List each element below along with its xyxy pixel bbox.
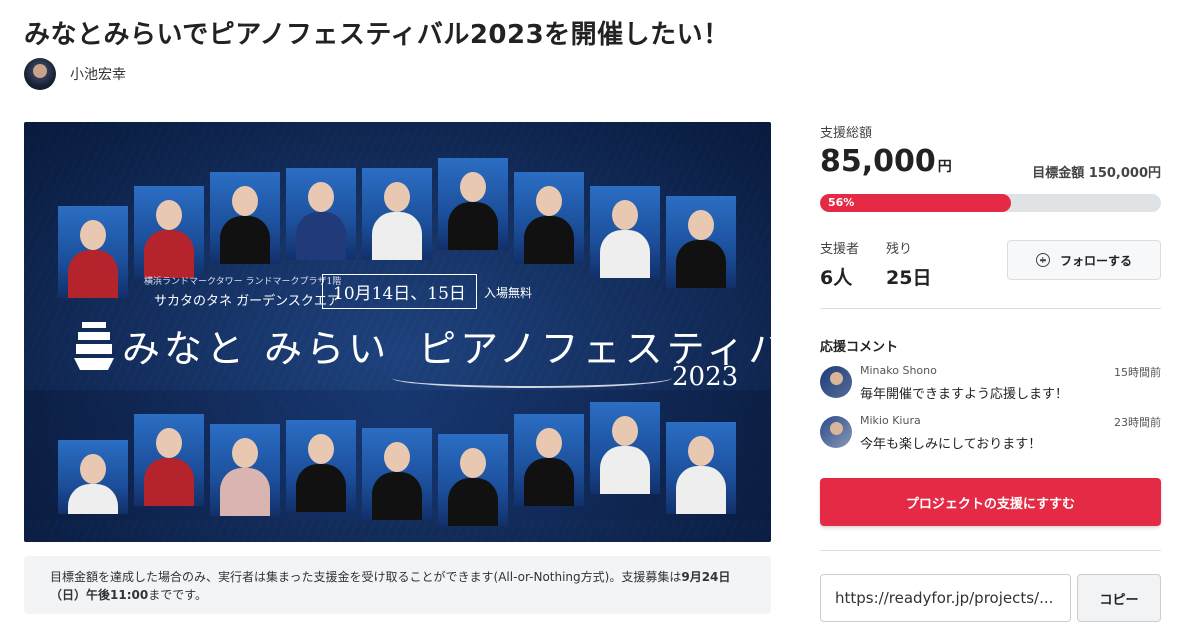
commenter-name[interactable]: Mikio Kiura	[860, 414, 921, 427]
performer-photo	[134, 414, 204, 506]
performer-photo	[58, 440, 128, 514]
performer-photo	[590, 402, 660, 494]
notice-text-end: までです。	[148, 588, 208, 602]
comment-item[interactable]: Minako Shono 15時間前 毎年開催できますよう応援します！	[820, 364, 1161, 404]
comment-text: 毎年開催できますよう応援します！	[860, 387, 1069, 402]
performer-photo	[514, 414, 584, 506]
festival-logo-title: みなと みらいピアノフェスティバル	[74, 318, 771, 373]
share-url-field[interactable]: https://readyfor.jp/projects/...	[820, 574, 1071, 622]
performer-photo	[286, 168, 356, 260]
comment-item[interactable]: Mikio Kiura 23時間前 今年も楽しみにしております！	[820, 414, 1161, 454]
plus-circle-icon	[1035, 253, 1050, 267]
all-or-nothing-notice: 目標金額を達成した場合のみ、実行者は集まった支援金を受け取ることができます(Al…	[24, 556, 771, 614]
progress-fill: 56%	[820, 194, 1011, 212]
festival-year: 2023	[672, 362, 739, 392]
supporters-stat: 支援者 6人	[820, 238, 859, 290]
comment-text: 今年も楽しみにしております！	[860, 437, 1042, 452]
admission-free: 入場無料	[484, 286, 533, 300]
performer-photo	[210, 172, 280, 264]
divider	[820, 308, 1161, 309]
performer-photo	[286, 420, 356, 512]
project-owner[interactable]: 小池宏幸	[24, 58, 126, 90]
performer-photo	[590, 186, 660, 278]
performer-photo	[362, 168, 432, 260]
comments-title: 応援コメント	[820, 340, 899, 355]
total-amount-value: 85,000	[820, 144, 936, 179]
follow-button[interactable]: フォローする	[1007, 240, 1161, 280]
currency-label: 円	[937, 159, 952, 175]
venue-small: 横浜ランドマークタワー ランドマークプラザ1階	[144, 277, 342, 287]
goal-amount: 目標金額 150,000円	[1032, 166, 1161, 181]
logo-part1: みなと みらい	[122, 327, 391, 371]
commenter-name[interactable]: Minako Shono	[860, 364, 937, 377]
divider	[820, 550, 1161, 551]
hero-image: 横浜ランドマークタワー ランドマークプラザ1階 サカタのタネ ガーデンスクエア …	[24, 122, 771, 542]
total-amount: 85,000 円	[820, 144, 952, 179]
logo-swoosh	[392, 368, 672, 388]
notice-text: 目標金額を達成した場合のみ、実行者は集まった支援金を受け取ることができます(Al…	[50, 570, 682, 584]
comment-time: 23時間前	[1114, 416, 1161, 429]
performer-photo	[666, 422, 736, 514]
performer-photo	[666, 196, 736, 288]
performer-photo	[438, 434, 508, 526]
remaining-label: 残り	[886, 242, 913, 257]
commenter-avatar[interactable]	[820, 366, 852, 398]
follow-label: フォローする	[1059, 253, 1132, 268]
copy-url-button[interactable]: コピー	[1077, 574, 1161, 622]
performer-photo	[438, 158, 508, 250]
progress-bar: 56%	[820, 194, 1161, 212]
venue-large: サカタのタネ ガーデンスクエア	[154, 294, 340, 309]
event-dates: 10月14日、15日	[322, 274, 477, 309]
total-label: 支援総額	[820, 126, 873, 141]
supporters-value: 6人	[820, 267, 853, 289]
commenter-avatar[interactable]	[820, 416, 852, 448]
comment-time: 15時間前	[1114, 366, 1161, 379]
owner-name[interactable]: 小池宏幸	[70, 64, 126, 84]
performer-photo	[58, 206, 128, 298]
project-title: みなとみらいでピアノフェスティバル2023を開催したい！	[24, 20, 730, 50]
performer-photo	[134, 186, 204, 278]
support-project-button[interactable]: プロジェクトの支援にすすむ	[820, 478, 1161, 526]
supporters-label: 支援者	[820, 242, 860, 257]
performer-photo	[362, 428, 432, 520]
performer-photo	[210, 424, 280, 516]
performer-row-bottom	[58, 402, 736, 526]
performer-photo	[514, 172, 584, 264]
owner-avatar[interactable]	[24, 58, 56, 90]
remaining-stat: 残り 25日	[886, 238, 931, 290]
remaining-value: 25日	[886, 267, 932, 289]
